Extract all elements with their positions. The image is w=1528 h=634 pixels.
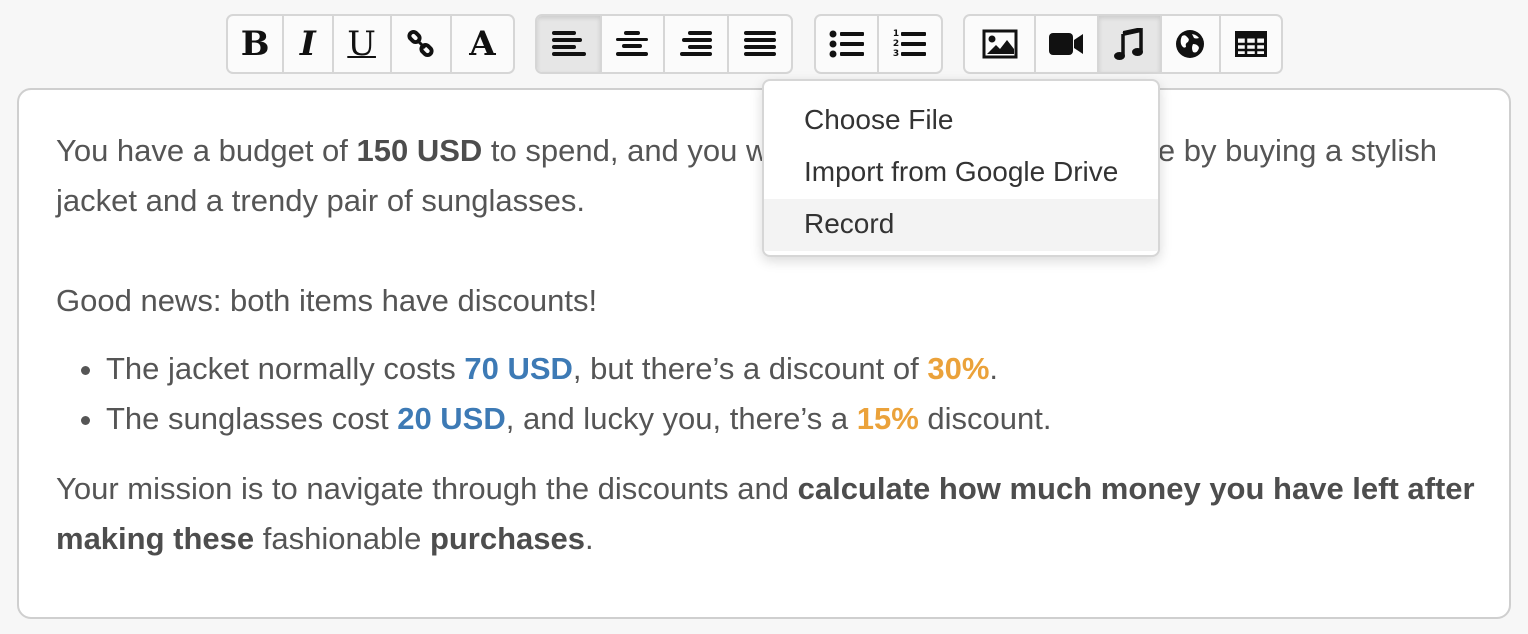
insert-image-button[interactable] xyxy=(965,16,1037,72)
text-segment: . xyxy=(585,521,594,556)
budget-amount: 150 USD xyxy=(356,133,483,168)
italic-button[interactable]: I xyxy=(284,16,334,72)
align-center-icon xyxy=(614,30,650,58)
align-justify-button[interactable] xyxy=(729,16,792,72)
paragraph-mission: Your mission is to navigate through the … xyxy=(56,464,1476,564)
numbered-list-icon: 1 2 3 xyxy=(893,29,927,59)
text-segment: discount. xyxy=(918,401,1052,436)
align-right-icon xyxy=(678,30,714,58)
align-justify-icon xyxy=(742,30,778,58)
list-item-sunglasses: The sunglasses cost 20 USD, and lucky yo… xyxy=(106,394,1476,444)
align-left-icon xyxy=(550,30,587,58)
music-note-icon xyxy=(1114,28,1144,60)
paragraph-good-news: Good news: both items have discounts! xyxy=(56,283,598,318)
insert-audio-button[interactable] xyxy=(1099,16,1162,72)
audio-insert-menu: Choose File Import from Google Drive Rec… xyxy=(762,79,1160,257)
numbered-list-digit: 3 xyxy=(892,49,900,59)
text-segment: , and lucky you, there’s a xyxy=(505,401,857,436)
link-icon xyxy=(406,29,436,59)
insert-toolbar-group xyxy=(963,14,1283,74)
menu-item-choose-file[interactable]: Choose File xyxy=(764,95,1158,147)
text-segment: You have a budget of xyxy=(56,133,357,168)
bulleted-list-button[interactable] xyxy=(816,16,880,72)
image-icon xyxy=(982,29,1018,59)
bold-button[interactable]: B xyxy=(228,16,285,72)
numbered-list-digit: 2 xyxy=(892,39,900,49)
insert-table-button[interactable] xyxy=(1221,16,1281,72)
underline-icon: U xyxy=(347,24,376,64)
discount-list: The jacket normally costs 70 USD, but th… xyxy=(56,344,1476,444)
jacket-discount: 30% xyxy=(927,351,990,386)
align-right-button[interactable] xyxy=(665,16,729,72)
menu-item-record[interactable]: Record xyxy=(764,199,1158,251)
text-segment: . xyxy=(989,351,999,386)
table-icon xyxy=(1234,31,1267,57)
menu-item-import-google-drive[interactable]: Import from Google Drive xyxy=(764,147,1158,199)
insert-video-button[interactable] xyxy=(1036,16,1100,72)
numbered-list-digit: 1 xyxy=(892,29,900,39)
list-item-jacket: The jacket normally costs 70 USD, but th… xyxy=(106,344,1476,394)
font-icon: A xyxy=(469,24,496,64)
link-button[interactable] xyxy=(392,16,452,72)
bold-icon: B xyxy=(240,24,270,64)
font-button[interactable]: A xyxy=(452,16,513,72)
numbered-list-button[interactable]: 1 2 3 xyxy=(879,16,941,72)
jacket-price: 70 USD xyxy=(464,351,573,386)
bulleted-list-icon xyxy=(829,29,865,59)
underline-button[interactable]: U xyxy=(334,16,392,72)
text-segment: Your mission is to navigate through the … xyxy=(56,471,798,506)
text-segment: , but there’s a discount of xyxy=(572,351,928,386)
align-center-button[interactable] xyxy=(602,16,665,72)
insert-embed-button[interactable] xyxy=(1162,16,1221,72)
text-segment: The sunglasses cost xyxy=(106,401,398,436)
italic-icon: I xyxy=(299,24,316,64)
video-icon xyxy=(1048,31,1085,57)
purchases-bold: purchases xyxy=(429,521,586,556)
formatting-toolbar-group: B I U A xyxy=(226,14,515,74)
align-left-button[interactable] xyxy=(537,16,602,72)
text-segment: fashionable xyxy=(254,521,430,556)
sunglasses-price: 20 USD xyxy=(397,401,506,436)
alignment-toolbar-group xyxy=(535,14,793,74)
list-toolbar-group: 1 2 3 xyxy=(814,14,943,74)
text-segment: The jacket normally costs xyxy=(106,351,465,386)
globe-icon xyxy=(1175,29,1205,59)
sunglasses-discount: 15% xyxy=(856,401,919,436)
